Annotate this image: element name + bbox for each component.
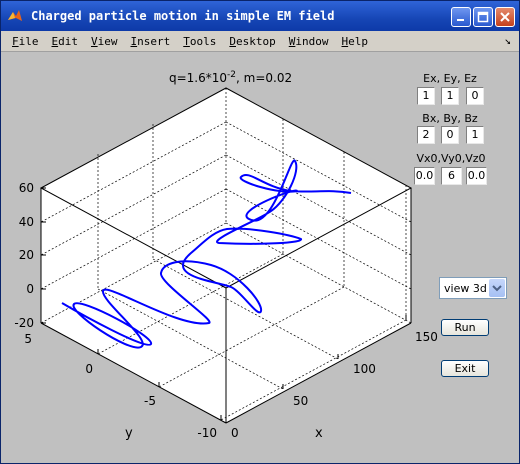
y-tick-5: 5 (24, 332, 32, 346)
x-axis-label: x (315, 426, 323, 441)
title-bar[interactable]: Charged particle motion in simple EM fie… (1, 1, 519, 31)
vy0-field[interactable]: 6 (441, 167, 462, 185)
vx0-field[interactable]: 0.0 (414, 167, 435, 185)
vz0-field[interactable]: 0.0 (466, 167, 487, 185)
plot-title: q=1.6*10-2, m=0.02 (169, 70, 292, 85)
menu-file[interactable]: File (10, 35, 41, 48)
window-title: Charged particle motion in simple EM fie… (31, 9, 335, 23)
velocity-label: Vx0,Vy0,Vz0 (416, 152, 486, 165)
menu-view[interactable]: View (89, 35, 120, 48)
menu-window[interactable]: Window (287, 35, 331, 48)
maximize-button[interactable] (473, 7, 493, 27)
maximize-icon (477, 11, 489, 23)
menu-insert[interactable]: Insert (129, 35, 173, 48)
figure-area: 60 40 20 0 -20 5 0 -5 -10 0 50 100 150 x… (1, 52, 519, 463)
y-tick-0: 0 (85, 362, 93, 376)
view-select-arrow[interactable] (489, 279, 505, 297)
menu-tools[interactable]: Tools (181, 35, 218, 48)
z-tick-neg20: -20 (14, 316, 34, 330)
plot-title-prefix: q=1.6*10 (169, 71, 227, 85)
x-tick-50: 50 (293, 394, 308, 408)
z-tick-20: 20 (19, 248, 34, 262)
x-tick-150: 150 (415, 330, 438, 344)
ez-field[interactable]: 0 (466, 87, 484, 105)
menu-edit[interactable]: Edit (50, 35, 81, 48)
y-axis-label: y (125, 426, 133, 441)
matlab-icon (8, 10, 22, 21)
ex-field[interactable]: 1 (417, 87, 435, 105)
minimize-icon (457, 19, 464, 21)
bx-field[interactable]: 2 (417, 126, 435, 144)
menu-desktop[interactable]: Desktop (227, 35, 277, 48)
y-tick-neg10: -10 (197, 426, 217, 440)
z-tick-0: 0 (26, 282, 34, 296)
bz-field[interactable]: 1 (466, 126, 484, 144)
z-tick-40: 40 (19, 215, 34, 229)
close-button[interactable] (495, 7, 515, 27)
by-field[interactable]: 0 (441, 126, 459, 144)
e-field-label: Ex, Ey, Ez (423, 72, 477, 85)
view-select[interactable]: view 3d (439, 277, 507, 299)
app-window: Charged particle motion in simple EM fie… (0, 0, 520, 464)
x-tick-100: 100 (353, 362, 376, 376)
view-select-value: view 3d (444, 282, 487, 295)
close-icon (500, 12, 510, 22)
ey-field[interactable]: 1 (441, 87, 459, 105)
minimize-button[interactable] (451, 7, 471, 27)
exit-button[interactable]: Exit (441, 360, 489, 377)
y-tick-neg5: -5 (144, 394, 156, 408)
b-field-label: Bx, By, Bz (422, 112, 478, 125)
run-button[interactable]: Run (441, 319, 489, 336)
plot-title-suffix: , m=0.02 (236, 71, 292, 85)
x-tick-0: 0 (231, 426, 239, 440)
plot-title-exponent: -2 (227, 70, 236, 80)
z-tick-60: 60 (19, 181, 34, 195)
menu-bar: File Edit View Insert Tools Desktop Wind… (1, 31, 519, 52)
menu-help[interactable]: Help (340, 35, 371, 48)
dock-arrow-icon[interactable]: ↘ (504, 34, 511, 47)
chevron-down-icon (492, 285, 502, 292)
